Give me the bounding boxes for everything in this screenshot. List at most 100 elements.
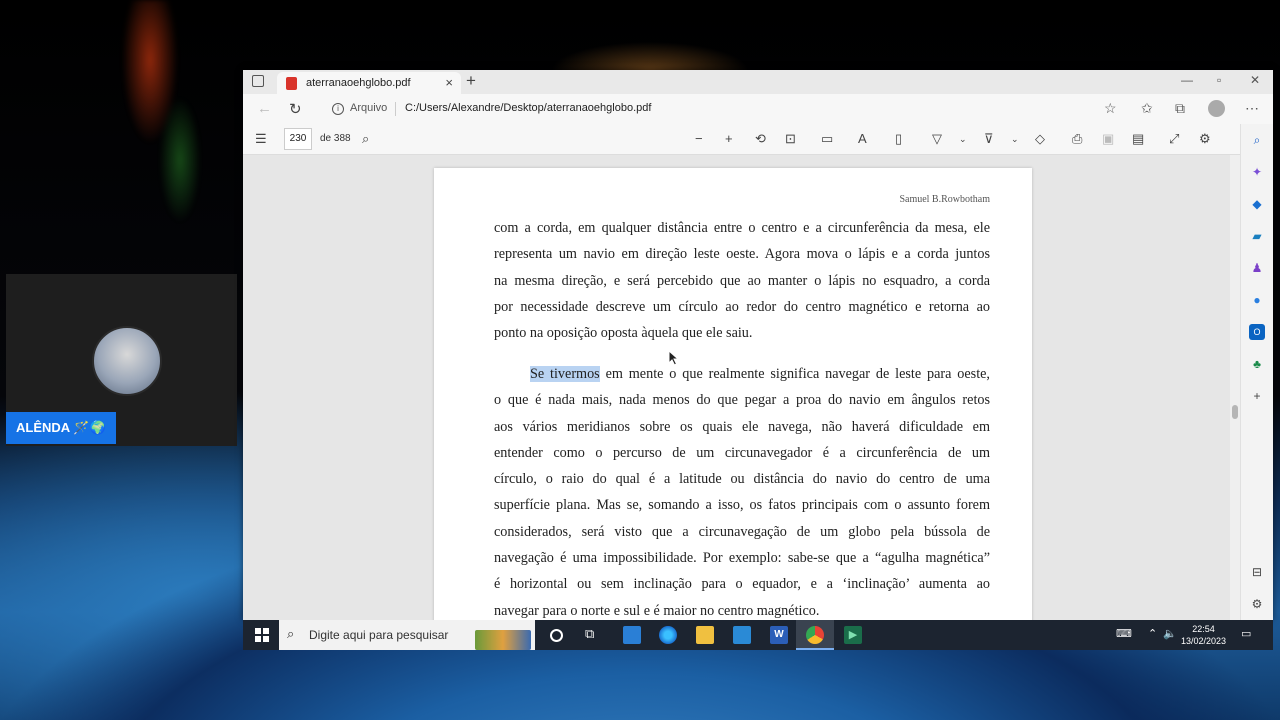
page-header: Samuel B.Rowbotham xyxy=(899,194,990,205)
text-line-rest: em mente o que realmente significa naveg… xyxy=(599,366,990,382)
word-icon[interactable]: W xyxy=(770,626,788,644)
games-icon[interactable]: ♟ xyxy=(1249,260,1265,276)
settings-icon[interactable]: ⚙ xyxy=(1199,131,1211,147)
fit-page-icon[interactable]: ⊡ xyxy=(785,131,796,147)
browser-window: aterranaoehglobo.pdf × + — ▫ ✕ ← ↻ i Arq… xyxy=(243,70,1273,620)
sidebar-toggle-icon[interactable]: ⊟ xyxy=(1249,564,1265,580)
app-icon[interactable]: ▶ xyxy=(844,626,862,644)
wallpaper-glow xyxy=(500,0,800,70)
read-aloud-icon[interactable]: A xyxy=(858,131,867,146)
text-line: por necessidade descreve um círculo ao r… xyxy=(494,298,990,315)
text-line: entender como o percurso de um circunave… xyxy=(494,444,990,461)
start-button[interactable] xyxy=(255,628,269,642)
edge-icon[interactable] xyxy=(659,626,677,644)
pdf-file-icon xyxy=(286,77,297,90)
text-line: ponto na oposição oposta àquela que ele … xyxy=(494,325,753,342)
pdf-page: Samuel B.Rowbotham com a corda, em qualq… xyxy=(434,168,1032,620)
text-line: na mesma direção, e será percebido que a… xyxy=(494,272,990,289)
clock-date: 13/02/2023 xyxy=(1181,636,1227,646)
selected-text[interactable]: Se tivermos xyxy=(530,366,600,382)
edge-sidebar: ⌕ ✦ ◆ ▰ ♟ ● O ♣ + ⊟ ⚙ xyxy=(1240,124,1273,620)
microsoft-365-icon[interactable]: ● xyxy=(1249,292,1265,308)
text-line: círculo, o raio do qual é a latitude ou … xyxy=(494,471,990,488)
draw-options-chevron-icon[interactable]: ⌄ xyxy=(959,134,967,145)
clock-time: 22:54 xyxy=(1192,624,1215,634)
new-tab-button[interactable]: + xyxy=(466,71,476,91)
taskbar-search[interactable]: ⌕ Digite aqui para pesquisar xyxy=(279,620,535,650)
scrollbar[interactable] xyxy=(1230,155,1240,620)
mouse-cursor-icon xyxy=(668,350,680,366)
back-arrow-icon[interactable]: ← xyxy=(257,100,272,117)
immersive-reader-icon[interactable]: ▯ xyxy=(895,131,902,147)
show-hidden-icons-icon[interactable]: ⌃ xyxy=(1148,627,1157,640)
pdf-viewer[interactable]: Samuel B.Rowbotham com a corda, em qualq… xyxy=(243,155,1230,620)
search-icon[interactable]: ⌕ xyxy=(1249,132,1265,148)
contents-icon[interactable]: ☰ xyxy=(255,131,267,147)
save-as-icon[interactable]: ▤ xyxy=(1132,131,1144,147)
fullscreen-icon[interactable]: ⤢ xyxy=(1169,131,1179,147)
address-url[interactable]: C:/Users/Alexandre/Desktop/aterranaoehgl… xyxy=(405,102,651,114)
highlight-options-chevron-icon[interactable]: ⌄ xyxy=(1011,134,1019,145)
profile-avatar[interactable] xyxy=(1208,100,1225,117)
pdf-toolbar: ☰ 230 de 388 ⌕ − + ⟲ ⊡ ▭ A ▯ ▽ ⌄ ⊽ ⌄ ◇ ⎙… xyxy=(243,124,1240,155)
page-number-input[interactable]: 230 xyxy=(284,128,312,150)
zoom-out-icon[interactable]: − xyxy=(695,131,703,146)
webcam-name-label: ALÊNDA 🪄🌍 xyxy=(6,412,116,444)
collections-icon[interactable]: ⧉ xyxy=(1175,100,1185,117)
address-divider xyxy=(395,102,396,116)
mail-icon[interactable] xyxy=(623,626,641,644)
wallpaper-aurora xyxy=(60,0,230,260)
taskbar: ⌕ Digite aqui para pesquisar ⧉ W ▶ ⌨ ⌃ 🔈… xyxy=(243,620,1273,650)
volume-icon[interactable]: 🔈 xyxy=(1163,627,1177,640)
draw-icon[interactable]: ▽ xyxy=(932,131,942,147)
outlook-icon[interactable]: O xyxy=(1249,324,1265,340)
text-line: o que é nada mais, nada menos do que peg… xyxy=(494,392,990,409)
zoom-in-icon[interactable]: + xyxy=(725,131,733,146)
chrome-icon[interactable] xyxy=(806,626,824,644)
taskbar-clock[interactable]: 22:54 13/02/2023 xyxy=(1181,623,1226,647)
save-icon[interactable]: ▣ xyxy=(1102,131,1114,147)
more-menu-icon[interactable]: ⋯ xyxy=(1245,100,1259,117)
text-line: considerados, será visto que a circunave… xyxy=(494,523,990,540)
close-window-button[interactable]: ✕ xyxy=(1250,73,1260,87)
tab-pdf[interactable]: aterranaoehglobo.pdf × xyxy=(277,72,461,94)
add-sidebar-icon[interactable]: + xyxy=(1249,388,1265,404)
sidebar-settings-icon[interactable]: ⚙ xyxy=(1249,596,1265,612)
tab-actions-icon[interactable] xyxy=(252,75,264,87)
reload-icon[interactable]: ↻ xyxy=(289,100,302,118)
minimize-button[interactable]: — xyxy=(1181,73,1193,87)
tab-close-button[interactable]: × xyxy=(445,72,453,94)
text-line: navegar para o norte e sul e é maior no … xyxy=(494,602,820,619)
print-icon[interactable]: ⎙ xyxy=(1072,131,1082,147)
info-icon[interactable]: i xyxy=(332,103,344,115)
scrollbar-thumb[interactable] xyxy=(1232,405,1238,419)
text-line: com a corda, em qualquer distância entre… xyxy=(494,220,990,236)
text-line: é horizontal ou sem inclinação para o eq… xyxy=(494,576,990,593)
page-view-icon[interactable]: ▭ xyxy=(821,131,833,147)
tab-title: aterranaoehglobo.pdf xyxy=(306,77,411,89)
highlight-icon[interactable]: ⊽ xyxy=(984,131,994,147)
add-favorite-icon[interactable]: ☆ xyxy=(1104,100,1117,117)
rotate-icon[interactable]: ⟲ xyxy=(755,131,766,147)
address-scheme-label: Arquivo xyxy=(350,102,388,114)
search-icon: ⌕ xyxy=(287,626,295,641)
task-view-icon[interactable]: ⧉ xyxy=(585,626,603,644)
taskbar-search-placeholder: Digite aqui para pesquisar xyxy=(309,628,449,642)
file-explorer-icon[interactable] xyxy=(696,626,714,644)
text-line: navegação é uma impossibilidade. Por exe… xyxy=(494,550,990,567)
tab-bar: aterranaoehglobo.pdf × + — ▫ ✕ xyxy=(243,70,1273,94)
page-total: de 388 xyxy=(320,133,351,144)
store-icon[interactable] xyxy=(733,626,751,644)
maximize-button[interactable]: ▫ xyxy=(1217,73,1221,87)
search-icon[interactable]: ⌕ xyxy=(362,131,369,147)
favorites-icon[interactable]: ✩ xyxy=(1141,100,1153,117)
drop-icon[interactable]: ♣ xyxy=(1249,356,1265,372)
paragraph-2: Se tivermos em mente o que realmente sig… xyxy=(494,361,990,620)
shopping-icon[interactable]: ◆ xyxy=(1249,196,1265,212)
copilot-icon[interactable]: ✦ xyxy=(1249,164,1265,180)
cortana-icon[interactable] xyxy=(550,629,563,642)
keyboard-icon[interactable]: ⌨ xyxy=(1116,627,1132,640)
tools-icon[interactable]: ▰ xyxy=(1249,228,1265,244)
notifications-icon[interactable]: ▭ xyxy=(1241,627,1251,640)
eraser-icon[interactable]: ◇ xyxy=(1035,131,1045,147)
